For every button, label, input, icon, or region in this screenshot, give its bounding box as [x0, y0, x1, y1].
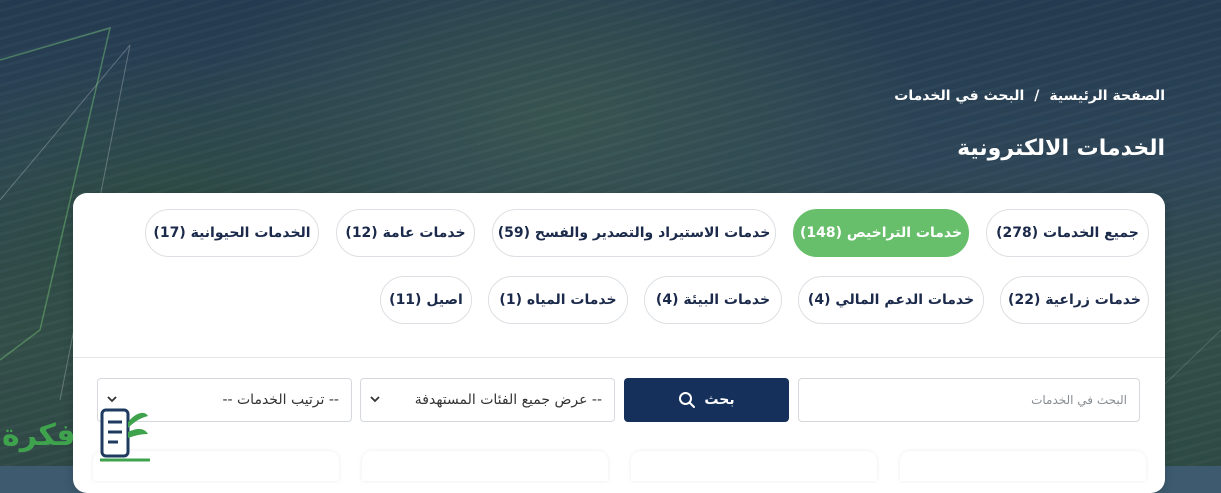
divider	[73, 357, 1165, 358]
service-result-card[interactable]	[362, 451, 608, 481]
category-general-services[interactable]: خدمات عامة (12)	[336, 209, 475, 257]
breadcrumb-home-link[interactable]: الصفحة الرئيسية	[1049, 88, 1165, 104]
category-agricultural-services[interactable]: خدمات زراعية (22)	[1000, 276, 1149, 324]
chevron-down-icon	[370, 396, 380, 403]
category-financial-support-services[interactable]: خدمات الدعم المالي (4)	[798, 276, 984, 324]
category-water-services[interactable]: خدمات المياه (1)	[488, 276, 628, 324]
services-filter-card: جميع الخدمات (278) خدمات التراخيص (148) …	[73, 193, 1165, 493]
service-result-card[interactable]	[900, 451, 1146, 481]
category-aseel[interactable]: اصيل (11)	[380, 276, 472, 324]
category-animal-services[interactable]: الخدمات الحيوانية (17)	[145, 209, 319, 257]
search-input[interactable]	[798, 378, 1140, 422]
service-result-card[interactable]	[631, 451, 877, 481]
search-button-label: بحث	[704, 392, 735, 408]
target-group-select[interactable]: -- عرض جميع الفئات المستهدفة	[360, 378, 615, 422]
breadcrumb-current: البحث في الخدمات	[894, 88, 1025, 104]
category-licensing-services[interactable]: خدمات التراخيص (148)	[793, 209, 969, 257]
page-title: الخدمات الالكترونية	[957, 136, 1165, 161]
search-icon	[679, 392, 696, 408]
breadcrumb-separator: /	[1034, 88, 1040, 104]
target-group-select-value: -- عرض جميع الفئات المستهدفة	[414, 392, 602, 408]
category-environment-services[interactable]: خدمات البيئة (4)	[644, 276, 782, 324]
sort-select-value: -- ترتيب الخدمات --	[222, 392, 339, 408]
watermark-logo-text: فكرة	[2, 418, 76, 453]
category-all-services[interactable]: جميع الخدمات (278)	[986, 209, 1149, 257]
category-import-export-services[interactable]: خدمات الاستيراد والتصدير والفسح (59)	[492, 209, 776, 257]
search-button[interactable]: بحث	[624, 378, 789, 422]
breadcrumb: الصفحة الرئيسية / البحث في الخدمات	[894, 88, 1165, 104]
